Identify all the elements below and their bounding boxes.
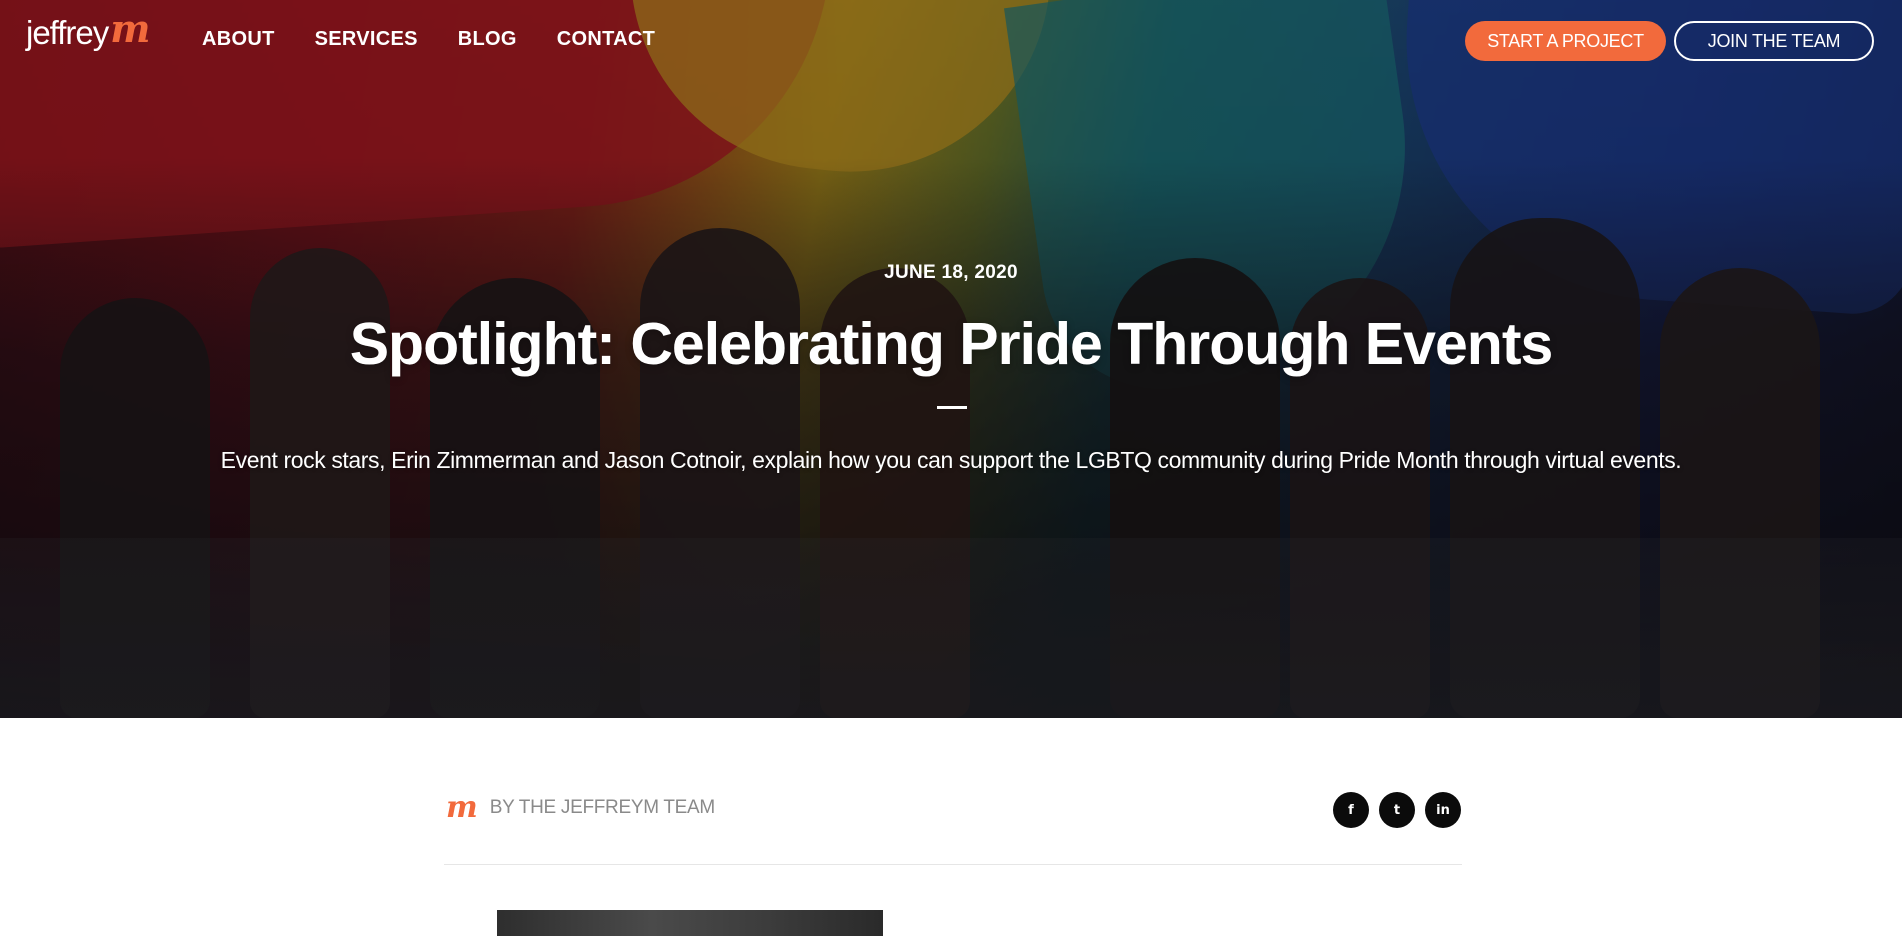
post-subtitle: Event rock stars, Erin Zimmerman and Jas…	[220, 447, 1682, 473]
facebook-icon[interactable]: f	[1333, 792, 1369, 828]
share-buttons: f t in	[1333, 792, 1461, 828]
twitter-icon[interactable]: t	[1379, 792, 1415, 828]
site-logo[interactable]: jeffrey m	[26, 6, 151, 52]
post-date: JUNE 18, 2020	[884, 262, 1018, 283]
linkedin-icon[interactable]: in	[1425, 792, 1461, 828]
byline-divider	[444, 864, 1462, 865]
post-title: Spotlight: Celebrating Pride Through Eve…	[349, 311, 1554, 377]
join-team-button[interactable]: JOIN THE TEAM	[1674, 21, 1874, 61]
embedded-media[interactable]	[497, 910, 883, 936]
nav-contact[interactable]: CONTACT	[557, 28, 655, 51]
logo-m-mark-icon: m	[110, 6, 151, 51]
nav-blog[interactable]: BLOG	[458, 28, 517, 51]
jeffreym-m-icon: m	[446, 790, 478, 825]
title-divider	[937, 406, 967, 409]
nav-services[interactable]: SERVICES	[315, 28, 418, 51]
byline: m BY THE JEFFREYM TEAM	[446, 790, 716, 825]
author-name: BY THE JEFFREYM TEAM	[489, 797, 716, 818]
logo-wordmark: jeffrey	[26, 14, 109, 51]
main-nav: ABOUT SERVICES BLOG CONTACT	[202, 28, 655, 51]
start-project-button[interactable]: START A PROJECT	[1465, 21, 1666, 61]
nav-about[interactable]: ABOUT	[202, 28, 275, 51]
